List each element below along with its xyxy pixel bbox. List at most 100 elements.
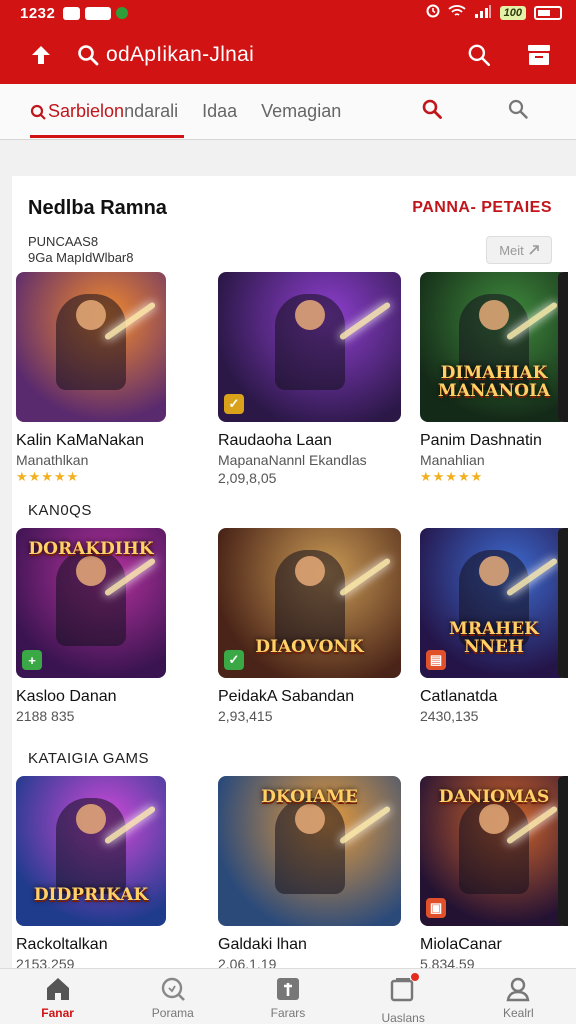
app-name: Galdaki lhan — [218, 936, 307, 953]
scroll-peek-card[interactable] — [558, 272, 568, 422]
weapon-glow — [338, 805, 392, 845]
nav-label: Fanar — [41, 1006, 74, 1020]
app-tile[interactable]: ✓ Raudaoha Laan MapanaNannl Ekandlas 2,09,8… — [218, 272, 401, 486]
tab-label: Idaa — [202, 101, 238, 121]
app-tile[interactable]: DANIOMAS ▣ MiolaCanar 5,834,59 — [420, 776, 576, 972]
search-button[interactable] — [464, 40, 494, 70]
character-figure — [56, 798, 126, 894]
account-icon — [506, 977, 530, 1002]
artwork-logo-text: DIDPRIKAK — [33, 885, 149, 905]
artwork-logo-text: DORAKDIHK — [28, 539, 154, 559]
battery-icon — [534, 6, 562, 20]
app-artwork — [16, 272, 166, 422]
character-figure — [274, 294, 345, 390]
nav-updates[interactable]: Uaslans — [358, 973, 448, 1024]
app-meta: 2,93,415 — [218, 708, 273, 724]
app-header: 1232 100 odApIikan-Jlnai — [0, 0, 576, 84]
home-button[interactable] — [26, 40, 56, 70]
search-field[interactable]: odApIikan-Jlnai — [76, 43, 254, 67]
app-name: Raudaoha Laan — [218, 432, 332, 449]
wifi-icon — [448, 4, 466, 22]
app-tile[interactable]: Kalin KaMaNakan Manathlkan ★★★★★ — [16, 272, 196, 486]
scroll-peek-card[interactable] — [558, 528, 568, 678]
app-name: Kasloo Danan — [16, 688, 117, 705]
home-up-icon — [32, 46, 50, 64]
scroll-peek-card[interactable] — [558, 776, 568, 926]
subheading: PUNCAAS8 — [28, 234, 99, 249]
more-button-label: Meit — [499, 242, 524, 258]
nav-search[interactable]: Porama — [128, 975, 218, 1020]
rating-stars: ★★★★★ — [16, 469, 80, 484]
artwork-logo-text: DANIOMAS — [438, 787, 550, 807]
search-icon — [161, 977, 185, 1001]
app-tile[interactable]: DORAKDIHK + Kasloo Danan 2188 835 — [16, 528, 196, 724]
status-badge: ✓ — [224, 394, 244, 414]
nav-label: Farars — [270, 1006, 306, 1020]
app-artwork: DIDPRIKAK — [16, 776, 166, 926]
search-icon — [468, 44, 491, 67]
search-icon — [78, 45, 99, 66]
search-tab-button[interactable] — [420, 97, 444, 126]
subheading-detail: 9Ga MapIdWlbar8 — [28, 250, 134, 265]
tab-label: ndarali — [124, 101, 179, 121]
apps-icon — [276, 978, 299, 1000]
nav-label: Porama — [151, 1006, 194, 1020]
category-tabs: Sarbielon ndarali Idaa Vemagian — [0, 84, 576, 140]
app-tile[interactable]: DIDPRIKAK Rackoltalkan 2153.259 — [16, 776, 196, 972]
nav-account[interactable]: Kealrl — [473, 975, 563, 1020]
app-artwork: DANIOMAS ▣ — [420, 776, 568, 926]
notification-icon — [85, 6, 112, 20]
character-figure — [56, 294, 126, 390]
library-button[interactable] — [524, 40, 554, 70]
app-downloads: 2,09,8,05 — [218, 470, 277, 486]
weapon-glow — [338, 301, 392, 341]
status-bar: 1232 100 — [0, 0, 576, 26]
nav-apps[interactable]: Farars — [243, 975, 333, 1020]
character-figure — [56, 550, 126, 646]
app-name: Catlanatda — [420, 688, 498, 705]
more-button[interactable]: Meit — [486, 236, 552, 264]
app-artwork: DIMAHIAK MANANOIA — [420, 272, 568, 422]
notification-icon — [63, 6, 81, 20]
character-figure — [459, 798, 529, 894]
status-time: 1232 — [20, 4, 56, 22]
app-row: Kalin KaMaNakan Manathlkan ★★★★★ ✓ Raudaoha … — [16, 272, 576, 486]
tab-label: Vemagian — [261, 101, 342, 121]
app-tile[interactable]: DIMAHIAK MANANOIA Panim Dashnatin Manahlia… — [420, 272, 576, 486]
app-meta: 2430,135 — [420, 708, 479, 724]
app-tile[interactable]: DKOIAME Galdaki lhan 2.06.1.19 — [218, 776, 401, 972]
notification-icon — [116, 7, 129, 19]
artwork-logo-text: DKOIAME — [261, 787, 358, 807]
app-tile[interactable]: MRAHEK NNEH ▤ Catlanatda 2430,135 — [420, 528, 576, 724]
filter-search-button[interactable] — [506, 97, 530, 126]
tab-sarbielon[interactable]: Sarbielon ndarali — [30, 84, 185, 140]
weapon-glow — [338, 557, 392, 597]
see-more-link[interactable]: PANNA- PETAIES — [412, 199, 552, 217]
section-title: KATAIGIA GAMS — [28, 750, 149, 767]
app-name: Panim Dashnatin — [420, 432, 542, 449]
artwork-logo-text: DIMAHIAK MANANOIA — [437, 363, 551, 401]
nav-label: Kealrl — [503, 1006, 534, 1020]
app-name: MiolaCanar — [420, 936, 502, 953]
signal-icon — [474, 4, 492, 22]
updates-icon — [389, 973, 420, 1008]
app-artwork: DKOIAME — [218, 776, 401, 926]
tab-idaa[interactable]: Idaa — [202, 84, 237, 140]
tab-vemagian[interactable]: Vemagian — [261, 84, 341, 140]
app-artwork: DORAKDIHK + — [16, 528, 166, 678]
artwork-logo-text: MRAHEK NNEH — [449, 619, 539, 657]
app-name: Rackoltalkan — [16, 936, 108, 953]
app-tile[interactable]: DIAOVONK ✓ PeidakA Sabandan 2,93,415 — [218, 528, 401, 724]
status-badge: + — [22, 650, 42, 670]
nav-label: Uaslans — [381, 1011, 425, 1024]
battery-percent: 100 — [499, 6, 526, 20]
nav-home[interactable]: Fanar — [13, 975, 103, 1020]
app-meta: Manahlian — [420, 452, 485, 468]
search-icon — [422, 99, 442, 119]
app-meta: MapanaNannl Ekandlas — [218, 452, 367, 468]
alarm-icon — [426, 4, 440, 22]
search-icon — [508, 99, 528, 119]
app-meta: 2188 835 — [16, 708, 75, 724]
search-icon — [30, 104, 46, 120]
arrow-icon — [529, 245, 539, 255]
